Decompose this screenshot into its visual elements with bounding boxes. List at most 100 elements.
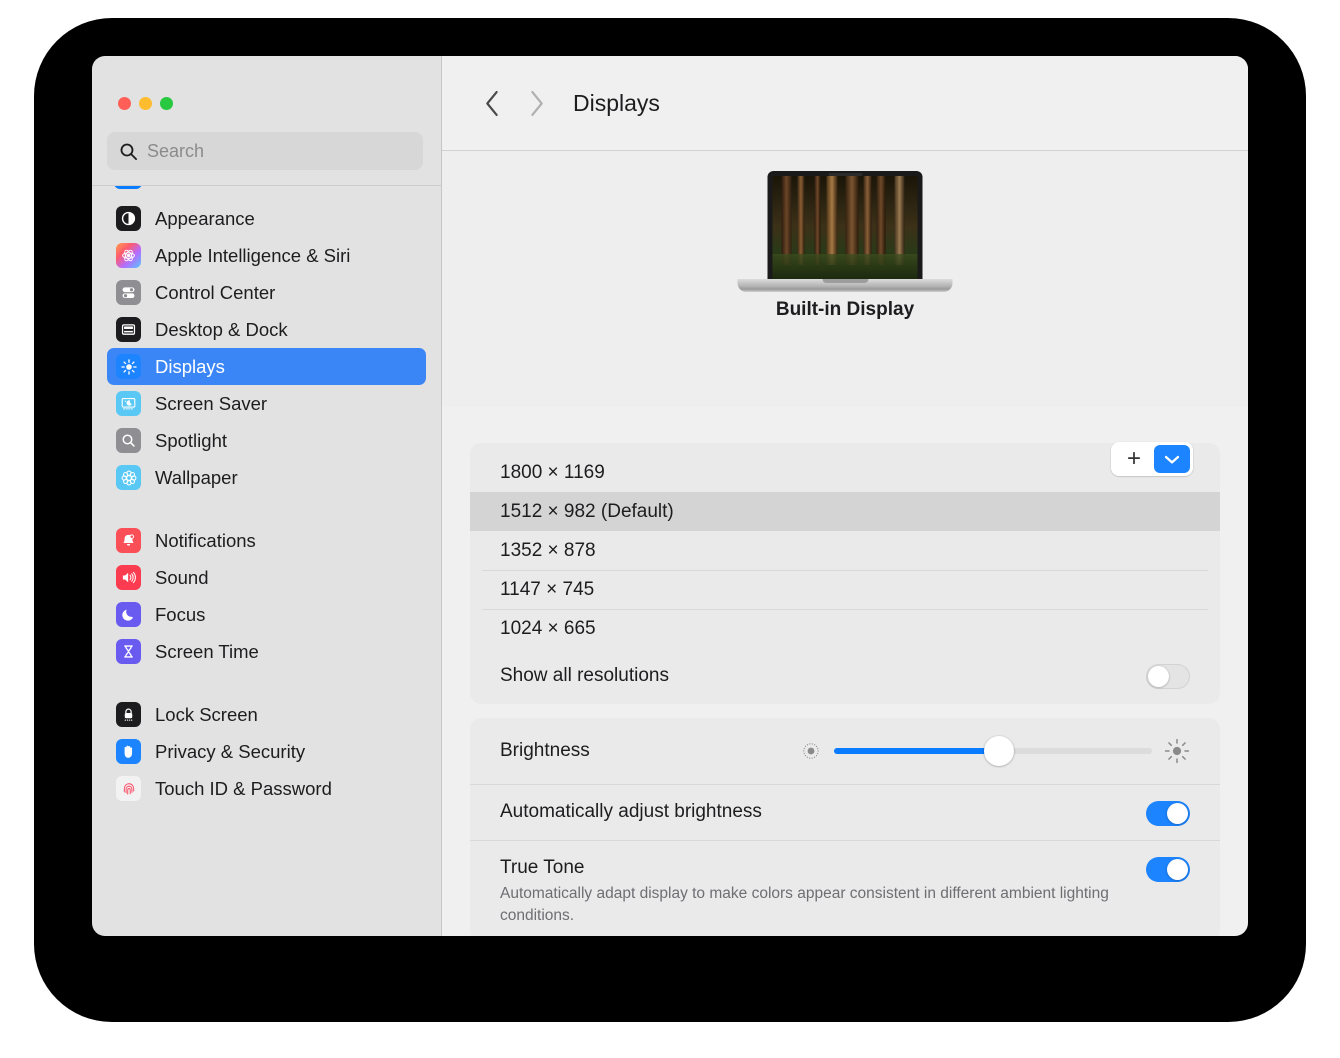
sidebar-item-focus[interactable]: Focus	[107, 596, 426, 633]
add-display-menu-button[interactable]	[1154, 445, 1190, 473]
wallpaper-icon	[116, 465, 141, 490]
sidebar-item-screen-time[interactable]: Screen Time	[107, 633, 426, 670]
display-name: Built-in Display	[775, 299, 915, 320]
chevron-left-icon	[485, 90, 498, 116]
resolution-option-selected[interactable]: 1512 × 982 (Default)	[470, 492, 1220, 531]
brightness-fill	[834, 748, 1000, 754]
back-button[interactable]	[470, 81, 514, 125]
auto-brightness-toggle[interactable]	[1146, 801, 1190, 826]
window-controls	[92, 56, 441, 110]
zoom-button[interactable]	[160, 97, 173, 110]
add-display-button[interactable]: +	[1114, 445, 1154, 473]
macbook-illustration[interactable]	[737, 171, 953, 292]
search-input[interactable]: Search	[107, 132, 423, 170]
sidebar-item-apple-intelligence-siri[interactable]: Apple Intelligence & Siri	[107, 237, 426, 274]
minimize-button[interactable]	[139, 97, 152, 110]
sidebar-item-privacy-security[interactable]: Privacy & Security	[107, 733, 426, 770]
screen-saver-icon	[116, 391, 141, 416]
sidebar-item-label: Privacy & Security	[155, 740, 306, 762]
macbook-base	[737, 279, 953, 292]
sidebar-item-notifications[interactable]: Notifications	[107, 522, 426, 559]
sidebar: Search Appearance Apple Intelligence & S…	[92, 56, 442, 936]
true-tone-label: True Tone	[500, 857, 585, 878]
sidebar-item-displays[interactable]: Displays	[107, 348, 426, 385]
sidebar-item-touch-id-password[interactable]: Touch ID & Password	[107, 770, 426, 807]
sidebar-item-lock-screen[interactable]: Lock Screen	[107, 696, 426, 733]
sidebar-item-sound[interactable]: Sound	[107, 559, 426, 596]
screenshot-stage: Search Appearance Apple Intelligence & S…	[0, 0, 1340, 1058]
display-preview-section: Built-in Display +	[442, 150, 1248, 476]
sidebar-item-label: Control Center	[155, 281, 276, 303]
sidebar-item-label: Focus	[155, 603, 206, 625]
focus-icon	[116, 602, 141, 627]
resolution-label: 1800 × 1169	[500, 461, 605, 483]
apple-intelligence-icon	[116, 243, 141, 268]
resolution-option[interactable]: 1147 × 745	[482, 570, 1208, 609]
resolution-option[interactable]: 1024 × 665	[482, 609, 1208, 648]
touch-id-icon	[116, 776, 141, 801]
brightness-label: Brightness	[500, 740, 590, 761]
auto-brightness-row: Automatically adjust brightness	[470, 784, 1220, 840]
brightness-thumb[interactable]	[984, 736, 1015, 766]
true-tone-description: Automatically adapt display to make colo…	[500, 885, 1109, 925]
displays-icon	[116, 354, 141, 379]
system-settings-window: Search Appearance Apple Intelligence & S…	[92, 56, 1248, 936]
resolution-label: 1512 × 982 (Default)	[500, 500, 674, 522]
toggle-knob	[1167, 803, 1188, 824]
brightness-high-icon	[1164, 738, 1190, 764]
macbook-base-notch	[822, 279, 868, 283]
resolutions-card: 1800 × 1169 1512 × 982 (Default) 1352 × …	[470, 443, 1220, 704]
resolution-option[interactable]: 1352 × 878	[482, 531, 1208, 570]
show-all-resolutions-toggle[interactable]	[1146, 663, 1190, 689]
sidebar-item-wallpaper[interactable]: Wallpaper	[107, 459, 426, 496]
lock-screen-icon	[116, 702, 141, 727]
content-area: Displays Built-in Display + 1800 × 1169 …	[442, 56, 1248, 936]
true-tone-toggle[interactable]	[1146, 857, 1190, 882]
brightness-card: Brightness Automatically adjust brightne…	[470, 718, 1220, 936]
sidebar-item-label: Appearance	[155, 207, 255, 229]
forward-button[interactable]	[514, 81, 558, 125]
toolbar: Displays	[442, 56, 1248, 150]
search-icon	[120, 143, 138, 160]
sidebar-item-label: Wallpaper	[155, 466, 238, 488]
desktop-dock-icon	[116, 317, 141, 342]
close-button[interactable]	[118, 97, 131, 110]
brightness-row: Brightness	[470, 718, 1220, 784]
sidebar-item-screen-saver[interactable]: Screen Saver	[107, 385, 426, 422]
privacy-security-icon	[116, 739, 141, 764]
sidebar-item-desktop-dock[interactable]: Desktop & Dock	[107, 311, 426, 348]
search-placeholder: Search	[147, 140, 205, 161]
search-container: Search	[92, 110, 441, 170]
sidebar-item-clipped-above[interactable]	[114, 186, 142, 189]
auto-brightness-label: Automatically adjust brightness	[500, 801, 762, 822]
sidebar-item-label: Screen Saver	[155, 392, 268, 414]
toggle-knob	[1167, 859, 1188, 880]
sidebar-item-label: Apple Intelligence & Siri	[155, 244, 351, 266]
wallpaper-preview	[772, 176, 918, 279]
sidebar-group-separator	[92, 670, 441, 696]
card-top-padding	[470, 443, 1220, 453]
sidebar-list: Appearance Apple Intelligence & Siri Con…	[92, 186, 441, 807]
show-all-resolutions-label: Show all resolutions	[500, 665, 669, 686]
sidebar-item-label: Touch ID & Password	[155, 777, 332, 799]
screen-time-icon	[116, 639, 141, 664]
add-display-control: +	[1111, 442, 1193, 476]
resolution-option[interactable]: 1800 × 1169	[482, 453, 1208, 492]
sidebar-item-spotlight[interactable]: Spotlight	[107, 422, 426, 459]
resolution-label: 1352 × 878	[500, 539, 596, 561]
sidebar-item-control-center[interactable]: Control Center	[107, 274, 426, 311]
control-center-icon	[116, 280, 141, 305]
sidebar-scroll-area[interactable]: Appearance Apple Intelligence & Siri Con…	[92, 185, 441, 936]
page-title: Displays	[573, 89, 660, 116]
sidebar-item-appearance[interactable]: Appearance	[107, 200, 426, 237]
sound-icon	[116, 565, 141, 590]
sidebar-item-label: Screen Time	[155, 640, 259, 662]
brightness-low-icon	[803, 743, 819, 759]
brightness-track[interactable]	[834, 736, 1152, 766]
toggle-knob	[1148, 665, 1169, 687]
brightness-slider[interactable]	[800, 736, 1190, 766]
sidebar-group-separator	[92, 496, 441, 522]
resolution-label: 1147 × 745	[500, 579, 595, 600]
appearance-icon	[116, 206, 141, 231]
macbook-lid	[767, 171, 923, 279]
